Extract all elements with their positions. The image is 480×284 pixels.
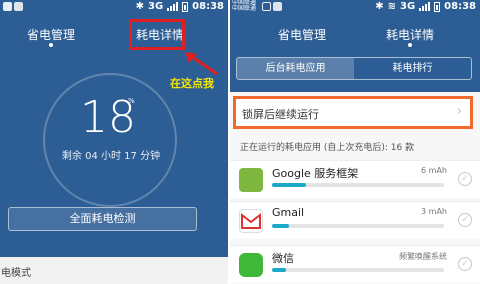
- app-row-gmail[interactable]: Gmail 3 mAh ✓: [230, 201, 480, 239]
- battery-icon: [182, 1, 189, 12]
- qq-icon: [273, 2, 282, 11]
- annotation-arrow-icon: [185, 52, 218, 76]
- wifi-icon: ≋: [387, 1, 396, 12]
- check-icon[interactable]: ✓: [458, 213, 472, 227]
- wechat-icon: [239, 253, 263, 277]
- tab-power-details[interactable]: 耗电详情: [386, 26, 434, 47]
- status-bar-right: 中国联通 中国联通 ✱ ≋ 3G 08:38: [230, 0, 480, 15]
- app-usage: 6 mAh: [421, 166, 447, 175]
- app-usage: 频繁唤醒系统: [399, 252, 447, 261]
- power-mode-bar[interactable]: 电模式: [0, 257, 228, 284]
- usage-bar: [272, 268, 444, 272]
- details-header: 中国联通 中国联通 ✱ ≋ 3G 08:38 省电管理 耗电详情 后台耗电应用 …: [230, 0, 480, 92]
- usage-bar-fill: [272, 183, 307, 187]
- clock: 08:38: [192, 1, 224, 12]
- signal-icon: [167, 2, 179, 11]
- usage-bar: [272, 224, 444, 228]
- status-bar: ✱ 3G 08:38: [0, 0, 228, 15]
- running-apps-label: 正在运行的耗电应用 (自上次充电后): 16 款: [240, 143, 415, 153]
- carrier-label: 中国联通 中国联通: [232, 0, 257, 12]
- tab-power-saving[interactable]: 省电管理: [27, 26, 75, 47]
- usage-bar: [272, 183, 444, 187]
- signal-icon: [419, 2, 431, 11]
- notification-icon: [3, 2, 12, 11]
- image-icon: [262, 2, 271, 11]
- usage-bar-fill: [272, 224, 290, 228]
- segment-background-apps[interactable]: 后台耗电应用: [237, 58, 354, 79]
- lock-screen-run-label: 锁屏后继续运行: [242, 108, 319, 121]
- segment-power-ranking[interactable]: 耗电排行: [354, 58, 471, 79]
- check-icon[interactable]: ✓: [458, 257, 472, 271]
- clock: 08:38: [444, 1, 476, 12]
- full-check-button[interactable]: 全面耗电检测: [8, 207, 197, 231]
- tab-power-saving[interactable]: 省电管理: [278, 26, 326, 43]
- app-name: 微信: [272, 252, 294, 265]
- app-row-wechat[interactable]: 微信 频繁唤醒系统 ✓: [230, 245, 480, 283]
- segmented-control: 后台耗电应用 耗电排行: [236, 57, 472, 80]
- app-name: Google 服务框架: [272, 167, 359, 180]
- usage-bar-fill: [272, 268, 286, 272]
- app-row-google-services[interactable]: Google 服务框架 6 mAh ✓: [230, 160, 480, 198]
- check-icon[interactable]: ✓: [458, 172, 472, 186]
- network-type: 3G: [399, 1, 416, 12]
- battery-percent: 18: [80, 92, 136, 143]
- highlight-box: [129, 19, 185, 50]
- gmail-icon: [239, 209, 263, 233]
- battery-icon: [434, 1, 441, 12]
- annotation-text: 在这点我: [170, 77, 214, 90]
- qq-icon: [14, 2, 23, 11]
- remaining-time: 剩余 04 小时 17 分钟: [61, 151, 161, 162]
- power-details-screen: 中国联通 中国联通 ✱ ≋ 3G 08:38 省电管理 耗电详情 后台耗电应用 …: [230, 0, 480, 284]
- network-type: 3G: [147, 1, 164, 12]
- app-name: Gmail: [272, 206, 305, 219]
- battery-overview-screen: ✱ 3G 08:38 省电管理 耗电详情 在这点我 18 % 剩余 04 小时 …: [0, 0, 228, 284]
- app-usage: 3 mAh: [421, 207, 447, 216]
- lock-screen-run-row[interactable]: 锁屏后继续运行 ›: [233, 96, 473, 129]
- chevron-right-icon: ›: [456, 104, 462, 119]
- bluetooth-icon: ✱: [375, 1, 384, 12]
- android-icon: [239, 168, 263, 192]
- percent-symbol: %: [128, 97, 135, 105]
- bluetooth-icon: ✱: [135, 1, 144, 12]
